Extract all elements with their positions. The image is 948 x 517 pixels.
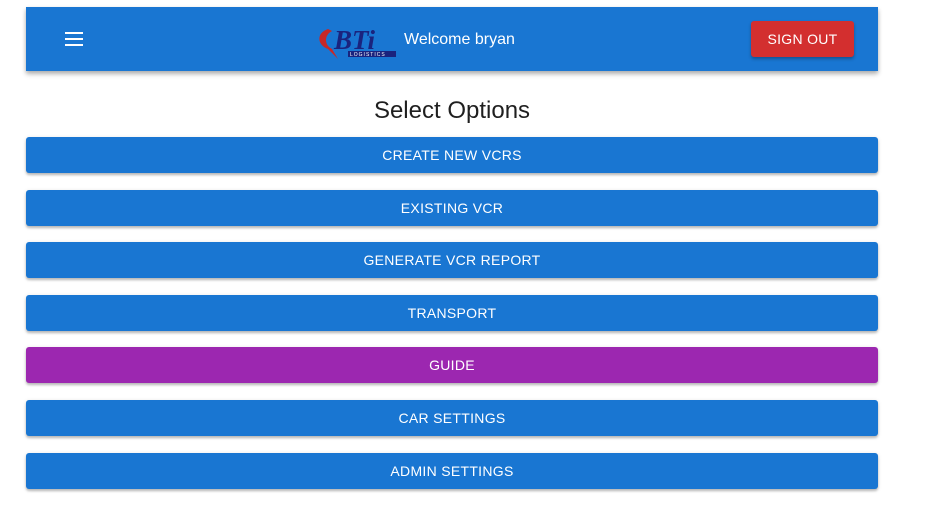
generate-vcr-report-button[interactable]: GENERATE VCR REPORT xyxy=(26,242,878,279)
welcome-text: Welcome bryan xyxy=(404,31,515,48)
hamburger-menu-icon[interactable] xyxy=(59,24,89,54)
guide-button[interactable]: GUIDE xyxy=(26,347,878,384)
admin-settings-button[interactable]: ADMIN SETTINGS xyxy=(26,452,878,489)
page-title: Select Options xyxy=(373,97,531,124)
car-settings-button[interactable]: CAR SETTINGS xyxy=(26,399,878,436)
brand: BTi LOGISTICS Welcome bryan xyxy=(314,19,515,61)
sign-out-button[interactable]: SIGN OUT xyxy=(751,21,854,57)
logo-text: BTi xyxy=(333,25,375,55)
existing-vcr-button[interactable]: EXISTING VCR xyxy=(26,189,878,226)
transport-button[interactable]: TRANSPORT xyxy=(26,294,878,331)
bti-logistics-logo: BTi LOGISTICS xyxy=(319,25,396,59)
app-bar: BTi LOGISTICS Welcome bryan SIGN OUT xyxy=(26,7,878,71)
create-new-vcrs-button[interactable]: CREATE NEW VCRS xyxy=(26,137,878,173)
options-list: CREATE NEW VCRS EXISTING VCR GENERATE VC… xyxy=(26,137,878,505)
logo-subtext: LOGISTICS xyxy=(350,52,386,58)
